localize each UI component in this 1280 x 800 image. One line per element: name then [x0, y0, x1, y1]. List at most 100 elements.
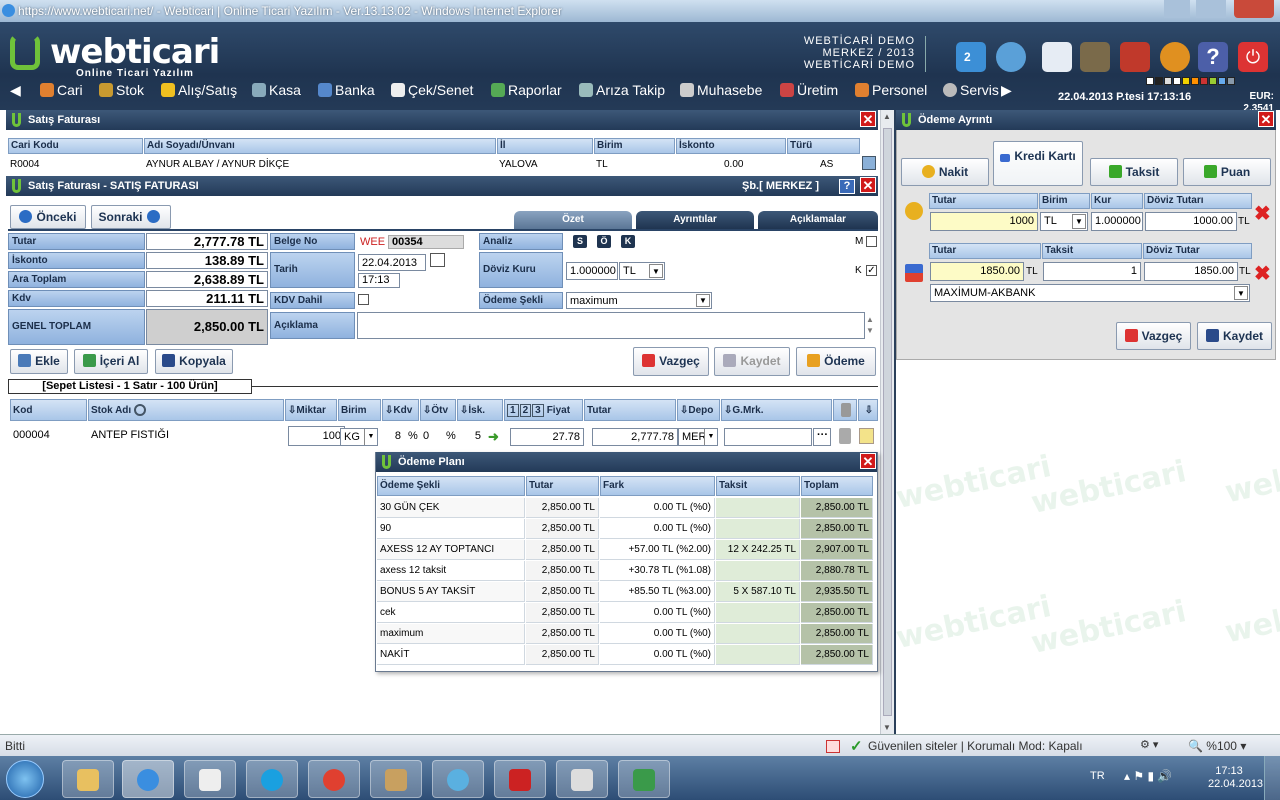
- power-icon[interactable]: ⏻: [1238, 42, 1268, 72]
- help-icon[interactable]: ?: [839, 179, 855, 194]
- close-invoice-head-button[interactable]: ✕: [860, 111, 876, 127]
- tools-dropdown-icon[interactable]: ⚙ ▾: [1140, 738, 1158, 751]
- grid-col-sort[interactable]: ⇩: [858, 399, 878, 421]
- grid-col-depo[interactable]: ⇩Depo: [677, 399, 720, 421]
- card-doviz-field[interactable]: 1850.00: [1144, 262, 1238, 281]
- cash-birim-select[interactable]: TL ▼: [1040, 212, 1088, 231]
- odeme-sekli-select[interactable]: maximum ▼: [566, 292, 712, 309]
- search-cari-icon[interactable]: [862, 156, 876, 170]
- menu-scroll-right[interactable]: ▶: [1001, 82, 1012, 99]
- cash-tutar-field[interactable]: 1000: [930, 212, 1038, 231]
- doviz-kuru-field[interactable]: 1.000000: [566, 262, 618, 280]
- row-isk[interactable]: 5: [462, 428, 484, 446]
- table-row[interactable]: 000004 ANTEP FISTIĞI 100 KG ▼ 8 % 0 % 5 ➜…: [10, 426, 878, 448]
- tab-nakit[interactable]: Nakit: [901, 158, 989, 186]
- table-row[interactable]: axess 12 taksit 2,850.00 TL +30.78 TL (%1.…: [377, 561, 873, 582]
- previous-button[interactable]: Önceki: [10, 205, 86, 229]
- table-row[interactable]: cek 2,850.00 TL 0.00 TL (%0) 2,850.00 TL: [377, 603, 873, 624]
- row-kod[interactable]: 000004: [10, 426, 86, 446]
- row-depo-select[interactable]: MER ▼: [678, 428, 718, 446]
- plan-cell-odeme-sekli[interactable]: axess 12 taksit: [377, 561, 525, 581]
- taskbar-messenger[interactable]: [432, 760, 484, 798]
- tab-ozet[interactable]: Özet: [514, 211, 632, 229]
- taskbar-skype[interactable]: [246, 760, 298, 798]
- grid-col-birim[interactable]: Birim: [338, 399, 381, 421]
- plan-cell-odeme-sekli[interactable]: AXESS 12 AY TOPTANCI: [377, 540, 525, 560]
- plan-cell-odeme-sekli[interactable]: 90: [377, 519, 525, 539]
- grid-col-miktar[interactable]: ⇩Miktar: [285, 399, 337, 421]
- analiz-o-button[interactable]: Ö: [597, 235, 611, 248]
- kaydet-button-disabled[interactable]: Kaydet: [714, 347, 790, 376]
- support-icon[interactable]: [1160, 42, 1190, 72]
- popup-blocked-icon[interactable]: [826, 740, 840, 753]
- cash-doviz-field[interactable]: 1000.00: [1145, 212, 1237, 231]
- taskbar-excel[interactable]: [618, 760, 670, 798]
- security-zone[interactable]: Güvenilen siteler | Korumalı Mod: Kapalı: [868, 739, 1083, 753]
- menu-item-uretim[interactable]: Üretim: [780, 82, 838, 98]
- next-button[interactable]: Sonraki: [91, 205, 171, 229]
- taskbar-word[interactable]: [556, 760, 608, 798]
- menu-item-alis-satis[interactable]: Alış/Satış: [161, 82, 237, 98]
- close-payment-detail-button[interactable]: ✕: [1258, 111, 1274, 127]
- row-miktar[interactable]: 100: [288, 426, 345, 446]
- row-more-button[interactable]: ···: [813, 428, 831, 446]
- start-button[interactable]: [6, 760, 44, 798]
- show-desktop-button[interactable]: [1264, 756, 1280, 800]
- grid-col-fiyat[interactable]: 1 2 3 Fiyat: [504, 399, 583, 421]
- row-kdv[interactable]: 8: [386, 428, 404, 446]
- grid-col-kdv[interactable]: ⇩Kdv: [382, 399, 419, 421]
- table-row[interactable]: NAKİT 2,850.00 TL 0.00 TL (%0) 2,850.00 TL: [377, 645, 873, 666]
- tools-icon[interactable]: [1080, 42, 1110, 72]
- menu-item-cari[interactable]: Cari: [40, 82, 83, 98]
- scroll-thumb[interactable]: [883, 128, 892, 716]
- row-stok-adi[interactable]: ANTEP FISTIĞI: [88, 426, 284, 446]
- plan-cell-odeme-sekli[interactable]: NAKİT: [377, 645, 525, 665]
- language-indicator[interactable]: TR: [1090, 770, 1105, 782]
- menu-item-banka[interactable]: Banka: [318, 82, 375, 98]
- menu-item-kasa[interactable]: Kasa: [252, 82, 301, 98]
- windows-icon[interactable]: 2: [956, 42, 986, 72]
- clock[interactable]: 17:13 22.04.2013: [1208, 765, 1263, 791]
- grid-col-stok-adi[interactable]: Stok Adı: [88, 399, 284, 421]
- maximize-button[interactable]: [1196, 0, 1226, 18]
- book-icon[interactable]: [1120, 42, 1150, 72]
- scroll-up-icon[interactable]: ▲: [883, 112, 891, 121]
- table-row[interactable]: maximum 2,850.00 TL 0.00 TL (%0) 2,850.00 T…: [377, 624, 873, 645]
- taskbar-filezilla[interactable]: [494, 760, 546, 798]
- m-flag-checkbox[interactable]: [866, 236, 877, 247]
- ekle-button[interactable]: Ekle: [10, 349, 68, 374]
- table-row[interactable]: AXESS 12 AY TOPTANCI 2,850.00 TL +57.00 TL…: [377, 540, 873, 561]
- grid-col-kod[interactable]: Kod: [10, 399, 87, 421]
- kopyala-button[interactable]: Kopyala: [155, 349, 233, 374]
- k-flag-checkbox-checked[interactable]: ✓: [866, 265, 877, 276]
- grid-col-delete[interactable]: [833, 399, 857, 421]
- tarih-field[interactable]: 22.04.2013: [358, 254, 426, 271]
- window-close-button[interactable]: [1234, 0, 1274, 18]
- table-row[interactable]: 30 GÜN ÇEK 2,850.00 TL 0.00 TL (%0) 2,850.0…: [377, 498, 873, 519]
- aciklama-textarea[interactable]: [357, 312, 865, 339]
- tab-puan[interactable]: Puan: [1183, 158, 1271, 186]
- delete-card-icon[interactable]: ✖: [1254, 261, 1271, 286]
- taskbar-explorer[interactable]: [62, 760, 114, 798]
- tab-kredi-karti-active[interactable]: Kredi Kartı: [993, 141, 1083, 186]
- menu-item-stok[interactable]: Stok: [99, 82, 144, 98]
- detail-kaydet-button[interactable]: Kaydet: [1197, 322, 1272, 350]
- aciklama-scroll[interactable]: ▲ ▼: [866, 314, 874, 336]
- kdv-dahil-checkbox[interactable]: [358, 294, 369, 305]
- tab-taksit[interactable]: Taksit: [1090, 158, 1178, 186]
- row-tutar[interactable]: 2,777.78: [592, 428, 678, 446]
- grid-col-tutar[interactable]: Tutar: [584, 399, 676, 421]
- plan-cell-odeme-sekli[interactable]: maximum: [377, 624, 525, 644]
- taskbar-files[interactable]: [370, 760, 422, 798]
- card-taksit-field[interactable]: 1: [1043, 262, 1141, 281]
- menu-item-servis[interactable]: Servis: [943, 82, 999, 98]
- close-invoice-button[interactable]: ✕: [860, 177, 876, 193]
- saat-field[interactable]: 17:13: [358, 273, 400, 288]
- card-bank-select[interactable]: MAXİMUM-AKBANK ▼: [930, 284, 1250, 302]
- menu-item-cek-senet[interactable]: Çek/Senet: [391, 82, 473, 98]
- table-row[interactable]: 90 2,850.00 TL 0.00 TL (%0) 2,850.00 TL: [377, 519, 873, 540]
- trash-icon[interactable]: [839, 428, 851, 444]
- tab-ayrintilar[interactable]: Ayrıntılar: [636, 211, 754, 229]
- delete-cash-icon[interactable]: ✖: [1254, 201, 1271, 226]
- zoom-level[interactable]: 🔍 %100 ▾: [1188, 739, 1246, 753]
